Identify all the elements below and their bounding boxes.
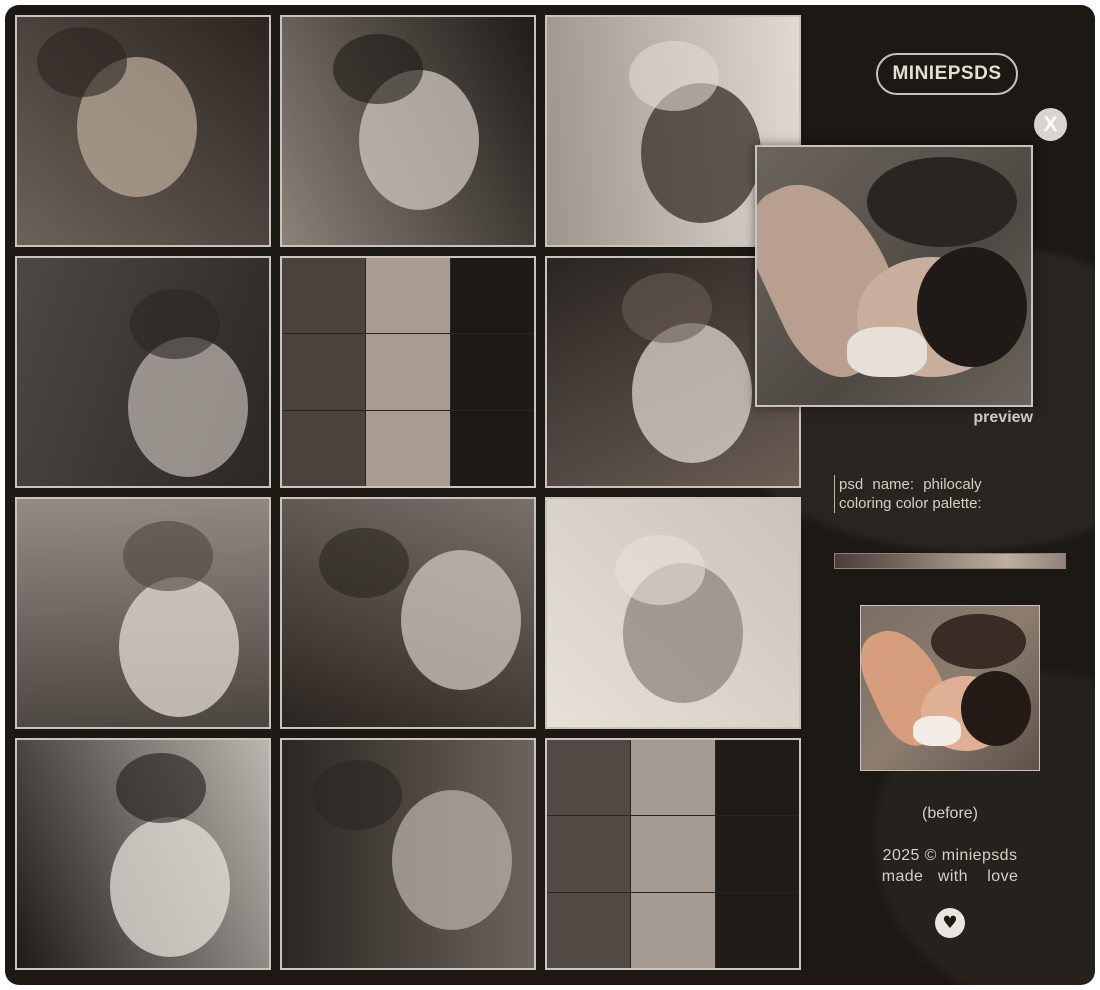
- before-image: [860, 605, 1040, 771]
- psd-info: psd name: philocaly coloring color palet…: [834, 475, 982, 513]
- close-button[interactable]: X: [1034, 108, 1067, 141]
- psd-name: psd name: philocaly: [839, 476, 982, 493]
- copyright-text: 2025 © miniepsds: [882, 847, 1018, 864]
- before-label: (before): [921, 805, 979, 822]
- gallery-image-photo-collage: [545, 738, 801, 970]
- gallery-image-fire-escape-building: [15, 497, 271, 729]
- gallery-image-umbrella-street: [280, 15, 536, 247]
- psd-showcase-card: MINIEPSDS X preview psd name: philocaly …: [5, 5, 1095, 985]
- brand-logo[interactable]: MINIEPSDS: [876, 53, 1018, 95]
- preview-image: [755, 145, 1033, 407]
- palette-label: coloring color palette:: [839, 495, 982, 512]
- made-with-love-text: made with love: [881, 868, 1019, 885]
- gallery-image-winged-eyeliner: [280, 497, 536, 729]
- gallery-image-slicked-hair-portrait: [15, 738, 271, 970]
- close-icon: X: [1043, 112, 1058, 136]
- gallery-image-sunglasses-wall: [15, 256, 271, 488]
- gallery-image-digital-camera: [545, 497, 801, 729]
- gallery-image-terraced-street: [280, 738, 536, 970]
- gallery-image-mosaic-collage: [280, 256, 536, 488]
- preview-label: preview: [973, 409, 1033, 426]
- color-palette-bar: [834, 553, 1066, 569]
- like-button[interactable]: ♥: [935, 908, 965, 938]
- heart-icon: ♥: [942, 912, 958, 933]
- gallery-image-portrait-dark-hair: [15, 15, 271, 247]
